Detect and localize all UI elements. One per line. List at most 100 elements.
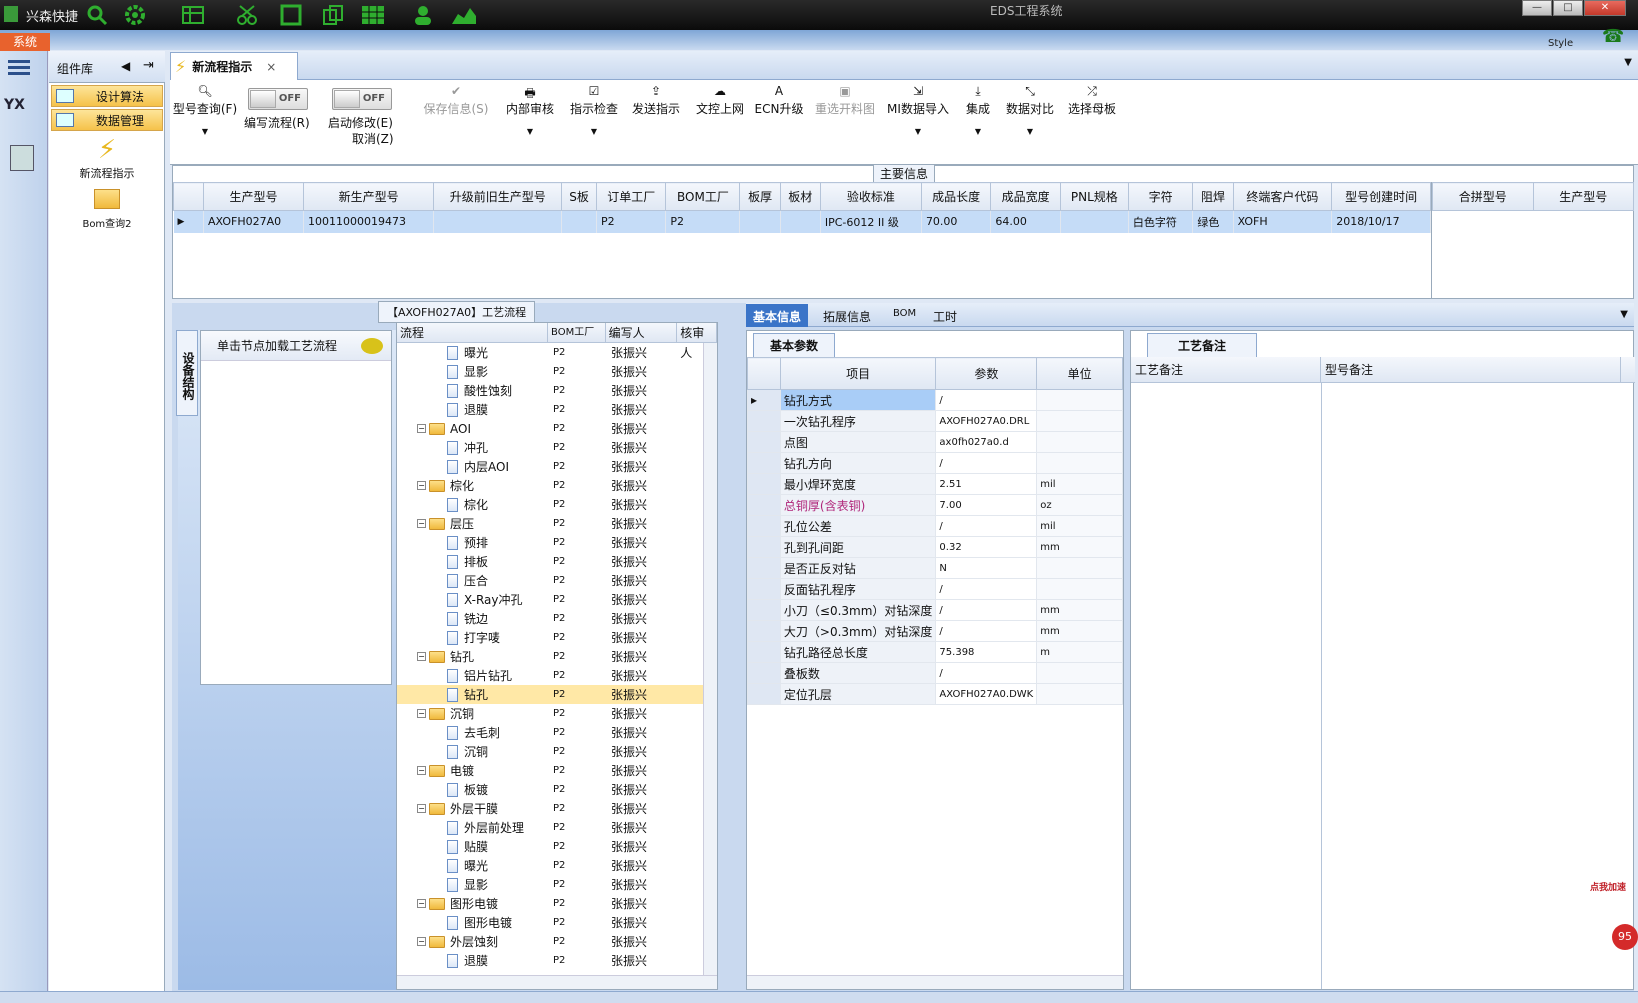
tree-node[interactable]: 图形电镀 P2 张振兴 bbox=[397, 913, 717, 932]
param-value[interactable]: AXOFH027A0.DWK bbox=[935, 683, 1038, 705]
column-header[interactable]: 成品宽度 bbox=[990, 182, 1061, 211]
tree-vertical-scrollbar[interactable] bbox=[703, 343, 717, 975]
style-menu[interactable]: Style bbox=[1548, 38, 1573, 49]
collapse-icon[interactable]: − bbox=[417, 937, 426, 946]
maximize-button[interactable]: □ bbox=[1553, 0, 1583, 16]
tree-node[interactable]: 预排 P2 张振兴 bbox=[397, 533, 717, 552]
arrow-left-icon[interactable]: ◀ bbox=[121, 59, 130, 73]
tree-node[interactable]: − 外层干膜 P2 张振兴 bbox=[397, 799, 717, 818]
collapse-icon[interactable]: − bbox=[417, 481, 426, 490]
column-header[interactable]: 型号创建时间 bbox=[1331, 182, 1431, 211]
tree-node[interactable]: 铝片钻孔 P2 张振兴 bbox=[397, 666, 717, 685]
speed-up-label[interactable]: 点我加速 bbox=[1590, 880, 1638, 900]
column-header[interactable]: 订单工厂 bbox=[595, 182, 667, 211]
tree-node[interactable]: − 电镀 P2 张振兴 bbox=[397, 761, 717, 780]
grid-icon[interactable] bbox=[360, 2, 386, 28]
start-modify-toggle[interactable]: OFF bbox=[332, 88, 392, 110]
model-query-button[interactable]: 🔍︎ 型号查询(F) ▼ bbox=[172, 84, 238, 136]
user-icon[interactable] bbox=[410, 2, 436, 28]
tree-node[interactable]: − 钻孔 P2 张振兴 bbox=[397, 647, 717, 666]
param-row[interactable]: 点图 ax0fh027a0.d bbox=[747, 431, 1123, 453]
param-value[interactable]: 75.398 bbox=[935, 641, 1038, 663]
tab-new-flow[interactable]: ⚡ 新流程指示 × bbox=[170, 52, 298, 80]
param-row[interactable]: 孔位公差 / mil bbox=[747, 515, 1123, 537]
tree-node[interactable]: 板镀 P2 张振兴 bbox=[397, 780, 717, 799]
param-value[interactable]: / bbox=[935, 620, 1038, 642]
param-value[interactable]: ax0fh027a0.d bbox=[935, 431, 1038, 453]
tree-node[interactable]: − 图形电镀 P2 张振兴 bbox=[397, 894, 717, 913]
collapse-icon[interactable]: − bbox=[417, 899, 426, 908]
param-value[interactable]: / bbox=[935, 452, 1038, 474]
data-management-button[interactable]: 数据管理 bbox=[51, 109, 163, 131]
cancel-button[interactable]: 取消(Z) bbox=[352, 130, 394, 147]
device-structure-tab[interactable]: 设备结构 bbox=[176, 330, 198, 416]
ecn-upgrade-button[interactable]: A ECN升级 bbox=[754, 84, 804, 117]
param-row[interactable]: 叠板数 / bbox=[747, 662, 1123, 684]
instruction-check-button[interactable]: ☑ 指示检查 ▼ bbox=[566, 84, 622, 136]
param-row[interactable]: 是否正反对钻 N bbox=[747, 557, 1123, 579]
param-row[interactable]: 定位孔层 AXOFH027A0.DWK bbox=[747, 683, 1123, 705]
film-icon[interactable] bbox=[278, 2, 304, 28]
param-row[interactable]: 一次钻孔程序 AXOFH027A0.DRL bbox=[747, 410, 1123, 432]
reselect-drawing-button[interactable]: ▣ 重选开料图 bbox=[812, 84, 878, 117]
param-value[interactable]: 0.32 bbox=[935, 536, 1038, 558]
close-button[interactable]: ✕ bbox=[1584, 0, 1626, 16]
process-notes-tab[interactable]: 工艺备注 bbox=[1147, 333, 1258, 357]
param-row[interactable]: 最小焊环宽度 2.51 mil bbox=[747, 473, 1123, 495]
settings-icon[interactable] bbox=[122, 2, 148, 28]
basic-params-tab[interactable]: 基本参数 bbox=[753, 333, 836, 357]
tree-node[interactable]: 棕化 P2 张振兴 bbox=[397, 495, 717, 514]
design-algorithm-button[interactable]: 设计算法 bbox=[51, 85, 163, 107]
search-icon[interactable] bbox=[84, 2, 110, 28]
tree-node[interactable]: 排板 P2 张振兴 bbox=[397, 552, 717, 571]
tree-node[interactable]: 钻孔 P2 张振兴 bbox=[397, 685, 717, 704]
tree-node[interactable]: 退膜 P2 张振兴 bbox=[397, 951, 717, 970]
internal-review-button[interactable]: 🖶︎ 内部审核 ▼ bbox=[502, 84, 558, 136]
collapse-icon[interactable]: − bbox=[417, 709, 426, 718]
column-header[interactable]: 阻焊 bbox=[1192, 182, 1234, 211]
system-tab[interactable]: 系统 bbox=[0, 33, 50, 51]
tab-extended-info[interactable]: 拓展信息 bbox=[816, 304, 878, 327]
tree-node[interactable]: 压合 P2 张振兴 bbox=[397, 571, 717, 590]
column-header[interactable]: 成品长度 bbox=[920, 182, 992, 211]
column-header[interactable]: 验收标准 bbox=[819, 182, 922, 211]
file-upload-button[interactable]: ☁ 文控上网 bbox=[692, 84, 748, 117]
new-flow-item[interactable]: ⚡ 新流程指示 bbox=[49, 135, 165, 181]
tab-work-hours[interactable]: 工时 bbox=[926, 304, 964, 327]
chart-icon[interactable] bbox=[450, 2, 476, 28]
speed-badge[interactable]: 95 bbox=[1612, 924, 1638, 950]
param-row[interactable]: 小刀（≤0.3mm）对钻深度 / mm bbox=[747, 599, 1123, 621]
tree-node[interactable]: 内层AOI P2 张振兴 bbox=[397, 457, 717, 476]
param-row[interactable]: 大刀（>0.3mm）对钻深度 / mm bbox=[747, 620, 1123, 642]
collapse-icon[interactable]: − bbox=[417, 652, 426, 661]
params-horizontal-scrollbar[interactable] bbox=[747, 975, 1123, 989]
tree-node[interactable]: − 外层蚀刻 P2 张振兴 bbox=[397, 932, 717, 951]
param-row[interactable]: 总铜厚(含表铜) 7.00 oz bbox=[747, 494, 1123, 516]
tree-node[interactable]: 冲孔 P2 张振兴 bbox=[397, 438, 717, 457]
tree-node[interactable]: 曝光 P2 张振兴 bbox=[397, 856, 717, 875]
param-value[interactable]: / bbox=[935, 389, 1038, 411]
tab-bom[interactable]: BOM bbox=[886, 304, 923, 327]
tree-node[interactable]: 沉铜 P2 张振兴 bbox=[397, 742, 717, 761]
param-value[interactable]: / bbox=[935, 662, 1038, 684]
chevron-down-icon[interactable]: ▼ bbox=[1624, 57, 1632, 68]
column-header[interactable]: 字符 bbox=[1127, 182, 1194, 211]
calculator-icon[interactable] bbox=[10, 145, 34, 171]
data-compare-button[interactable]: ⤡ 数据对比 ▼ bbox=[1002, 84, 1058, 136]
tree-node[interactable]: 贴膜 P2 张振兴 bbox=[397, 837, 717, 856]
write-flow-toggle[interactable]: OFF bbox=[248, 88, 308, 110]
scissors-icon[interactable] bbox=[234, 2, 260, 28]
param-row[interactable]: 孔到孔间距 0.32 mm bbox=[747, 536, 1123, 558]
chevron-down-icon[interactable]: ▼ bbox=[1620, 309, 1628, 320]
tree-node[interactable]: 酸性蚀刻 P2 张振兴 bbox=[397, 381, 717, 400]
collapse-icon[interactable]: − bbox=[417, 424, 426, 433]
tree-node[interactable]: 外层前处理 P2 张振兴 bbox=[397, 818, 717, 837]
copy-icon[interactable] bbox=[320, 2, 346, 28]
tree-node[interactable]: − 棕化 P2 张振兴 bbox=[397, 476, 717, 495]
param-value[interactable]: / bbox=[935, 578, 1038, 600]
phone-icon[interactable]: ☎ bbox=[1602, 26, 1624, 47]
param-value[interactable]: / bbox=[935, 599, 1038, 621]
column-header[interactable]: 板厚 bbox=[739, 182, 781, 211]
tab-basic-info[interactable]: 基本信息 bbox=[746, 304, 809, 327]
column-header[interactable]: 新生产型号 bbox=[303, 182, 435, 211]
